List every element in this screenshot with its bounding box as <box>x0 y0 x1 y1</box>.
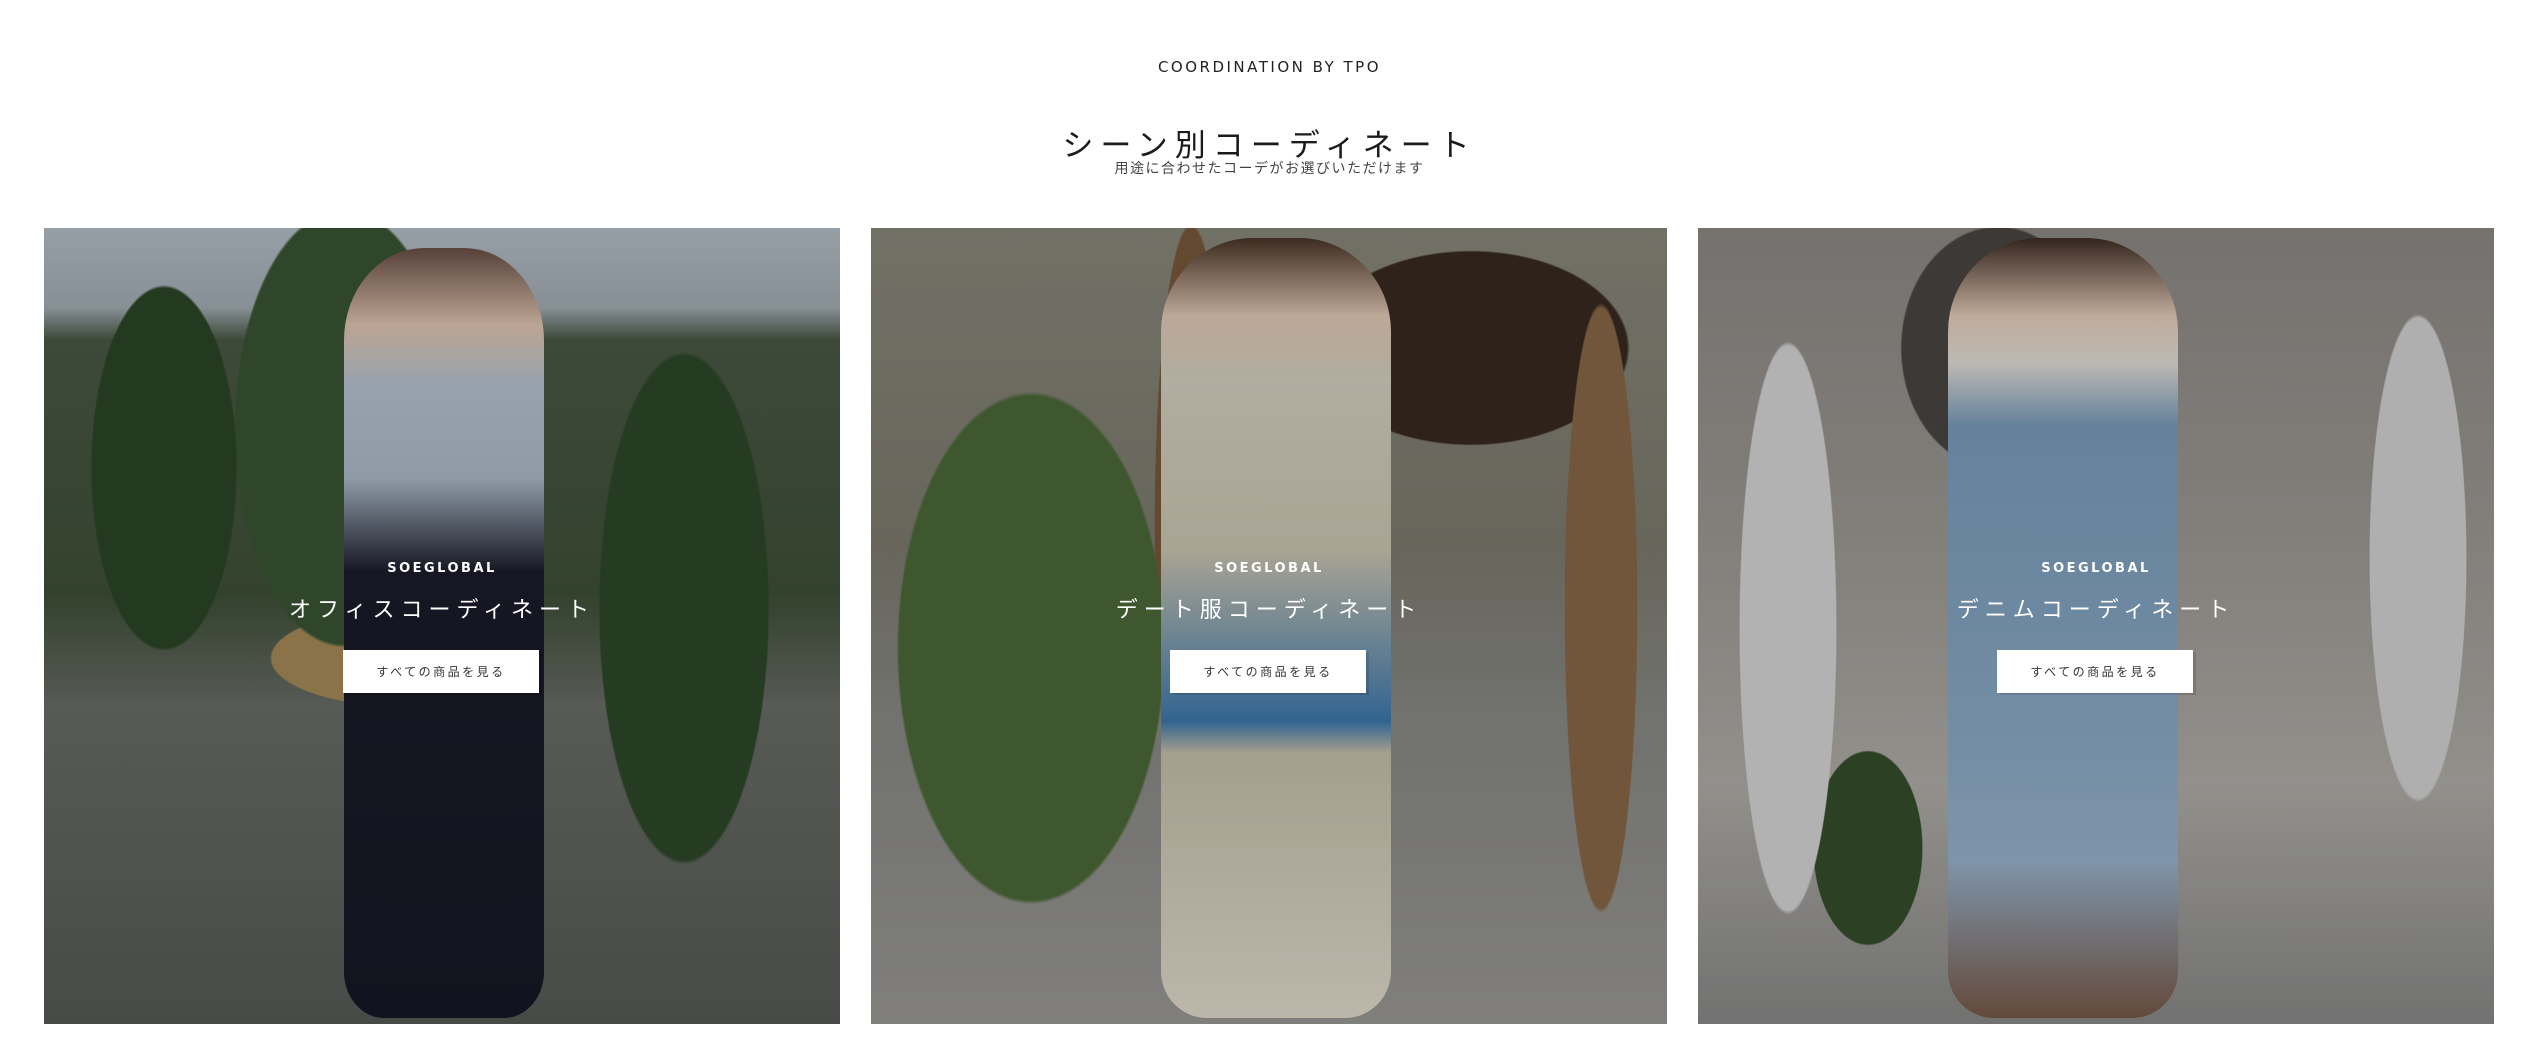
image-overlay <box>1698 228 2494 1024</box>
card-brand: SOEGLOBAL <box>387 561 497 576</box>
image-overlay <box>871 228 1667 1024</box>
image-overlay <box>44 228 840 1024</box>
card-brand: SOEGLOBAL <box>2041 561 2151 576</box>
coordinate-card-denim[interactable]: SOEGLOBAL デニムコーディネート すべての商品を見る <box>1698 228 2494 1024</box>
section-eyebrow: COORDINATION BY TPO <box>1157 58 1382 76</box>
view-all-products-button[interactable]: すべての商品を見る <box>1170 650 1366 693</box>
view-all-products-button[interactable]: すべての商品を見る <box>1997 650 2193 693</box>
card-title: デニムコーディネート <box>1956 598 2236 623</box>
section-subtitle: 用途に合わせたコーデがお選びいただけます <box>1114 161 1425 177</box>
coordinate-card-date[interactable]: SOEGLOBAL デート服コーディネート すべての商品を見る <box>871 228 1667 1024</box>
coordinate-card-office[interactable]: SOEGLOBAL オフィスコーディネート すべての商品を見る <box>44 228 840 1024</box>
card-title: オフィスコーディネート <box>288 598 596 623</box>
card-brand: SOEGLOBAL <box>1214 561 1324 576</box>
view-all-products-button[interactable]: すべての商品を見る <box>343 650 539 693</box>
card-title: デート服コーディネート <box>1115 598 1423 623</box>
